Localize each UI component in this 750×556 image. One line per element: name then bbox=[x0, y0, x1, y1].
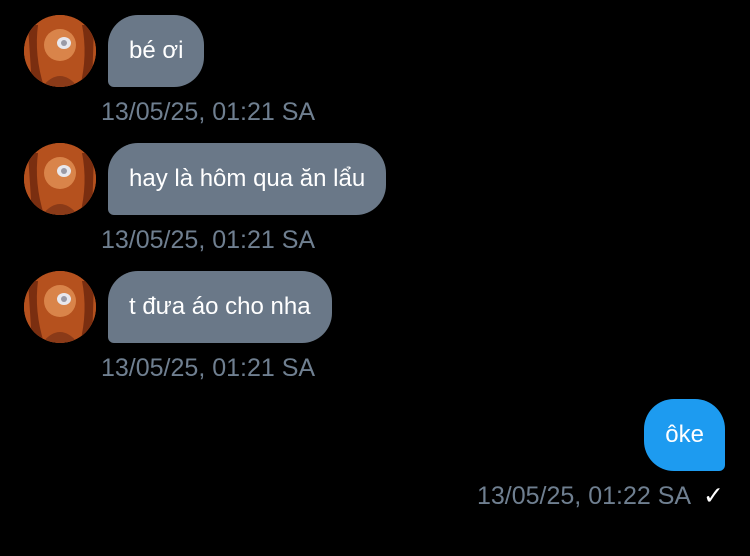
profile-photo-icon bbox=[24, 143, 96, 215]
avatar[interactable] bbox=[24, 271, 96, 343]
message-row-incoming: bé ơi bbox=[24, 15, 205, 87]
checkmark-icon: ✓ bbox=[703, 481, 724, 510]
profile-photo-icon bbox=[24, 15, 96, 87]
message-timestamp: 13/05/25, 01:22 SA bbox=[476, 482, 692, 510]
profile-photo-icon bbox=[24, 271, 96, 343]
chat-thread: bé ơi 13/05/25, 01:21 SA hay là hôm qua … bbox=[0, 0, 750, 556]
message-bubble-outgoing[interactable]: ôke bbox=[644, 399, 725, 471]
avatar[interactable] bbox=[24, 143, 96, 215]
message-bubble-incoming[interactable]: hay là hôm qua ăn lẩu bbox=[108, 143, 387, 215]
message-timestamp: 13/05/25, 01:21 SA bbox=[101, 226, 316, 254]
message-row-incoming: hay là hôm qua ăn lẩu bbox=[24, 143, 387, 215]
message-timestamp: 13/05/25, 01:21 SA bbox=[101, 98, 316, 126]
message-timestamp: 13/05/25, 01:21 SA bbox=[101, 354, 316, 382]
message-bubble-incoming[interactable]: t đưa áo cho nha bbox=[108, 271, 332, 343]
message-meta-outgoing: 13/05/25, 01:22 SA ✓ bbox=[477, 481, 724, 511]
message-bubble-incoming[interactable]: bé ơi bbox=[108, 15, 205, 87]
avatar[interactable] bbox=[24, 15, 96, 87]
message-row-incoming: t đưa áo cho nha bbox=[24, 271, 332, 343]
